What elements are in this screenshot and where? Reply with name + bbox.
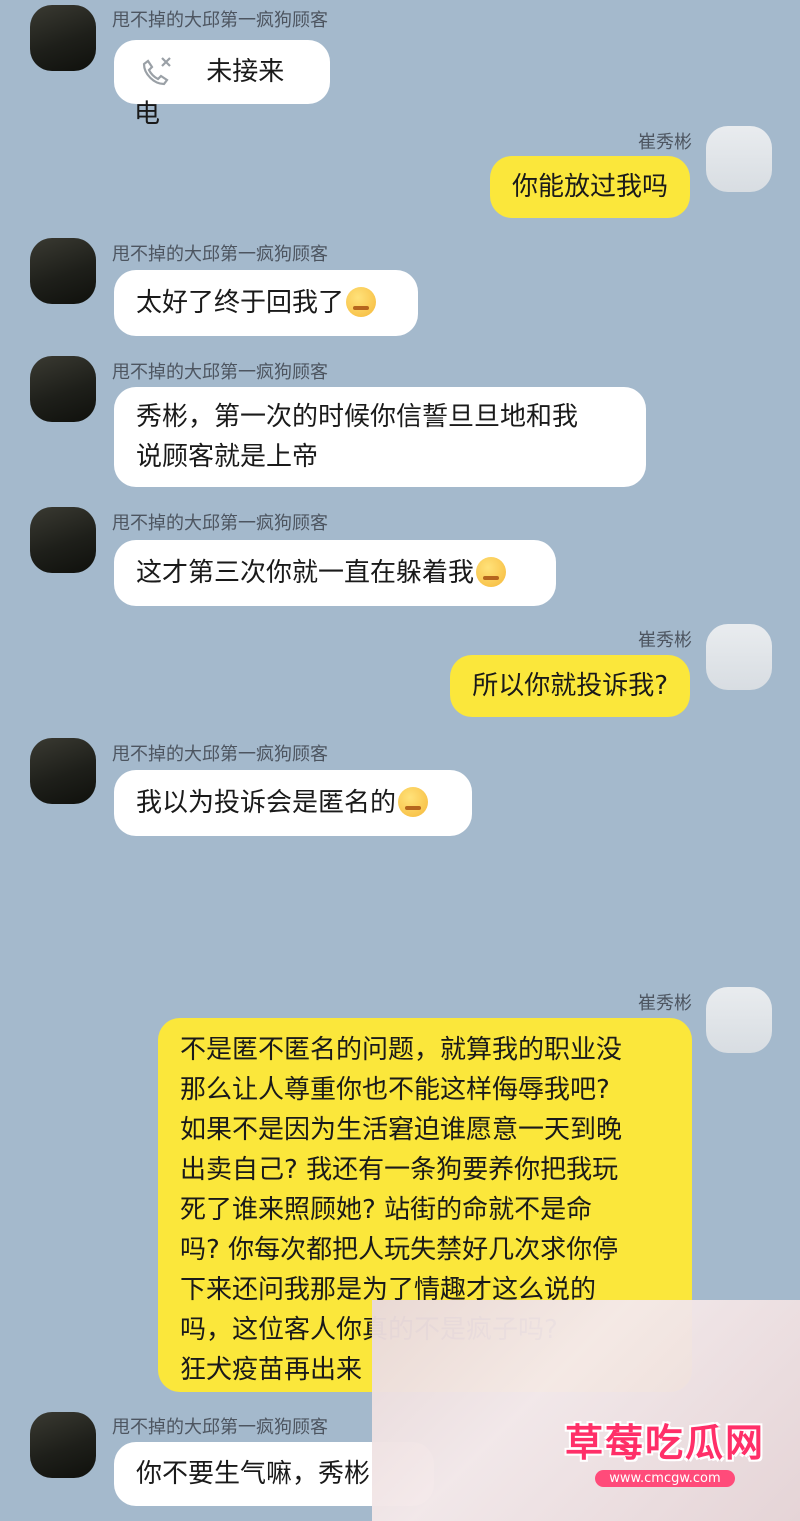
message-text: 你不要生气嘛，秀彬 (136, 1459, 371, 1489)
watermark-url: www.cmcgw.com (595, 1470, 735, 1487)
message-bubble[interactable]: 这才第三次你就一直在躲着我 (114, 540, 556, 606)
message-text: 太好了终于回我了 (136, 288, 345, 318)
avatar-self[interactable] (706, 126, 772, 192)
missed-call-bubble[interactable]: 未接来电 (114, 40, 330, 130)
watermark-title: 草莓吃瓜网 (564, 1421, 765, 1465)
message-bubble[interactable]: 我以为投诉会是匿名的 (114, 770, 472, 836)
message-line: 出卖自己? 我还有一条狗要养你把我玩 (180, 1155, 619, 1185)
message-line: 不是匿不匿名的问题，就算我的职业没 (180, 1035, 623, 1065)
avatar-other[interactable] (30, 507, 96, 573)
avatar-other[interactable] (30, 1412, 96, 1478)
sender-name: 崔秀彬 (638, 132, 692, 153)
message-bubble[interactable]: 你能放过我吗 (489, 156, 690, 218)
persevering-face-emoji (398, 787, 429, 817)
avatar-other[interactable] (30, 356, 96, 422)
sender-name: 甩不掉的大邱第一疯狗顾客 (112, 1417, 328, 1438)
message-line: 如果不是因为生活窘迫谁愿意一天到晚 (180, 1115, 623, 1145)
message-line: 说顾客就是上帝 (136, 442, 319, 472)
pleading-face-emoji (476, 557, 507, 587)
avatar-other[interactable] (30, 238, 96, 304)
message-bubble[interactable]: 太好了终于回我了 (114, 270, 418, 336)
missed-call-icon (134, 50, 178, 94)
avatar-other[interactable] (30, 5, 96, 71)
message-line: 秀彬，第一次的时候你信誓旦旦地和我 (136, 402, 579, 432)
watermark: 草莓吃瓜网 www.cmcgw.com (554, 1412, 776, 1490)
sender-name: 甩不掉的大邱第一疯狗顾客 (112, 10, 328, 31)
sender-name: 崔秀彬 (638, 993, 692, 1014)
message-text: 我以为投诉会是匿名的 (136, 788, 397, 818)
sender-name: 甩不掉的大邱第一疯狗顾客 (112, 744, 328, 765)
crying-face-emoji (346, 287, 377, 317)
message-line: 吗? 你每次都把人玩失禁好几次求你停 (180, 1235, 619, 1265)
message-text: 你能放过我吗 (511, 172, 668, 202)
sender-name: 甩不掉的大邱第一疯狗顾客 (112, 244, 328, 265)
message-bubble[interactable]: 所以你就投诉我? (450, 655, 690, 717)
message-text: 所以你就投诉我? (472, 671, 668, 701)
avatar-self[interactable] (706, 624, 772, 690)
avatar-self[interactable] (706, 987, 772, 1053)
message-bubble[interactable]: 秀彬，第一次的时候你信誓旦旦地和我 说顾客就是上帝 (114, 387, 646, 487)
message-text: 这才第三次你就一直在躲着我 (136, 558, 475, 588)
message-line: 那么让人尊重你也不能这样侮辱我吧? (180, 1075, 610, 1105)
avatar-other[interactable] (30, 738, 96, 804)
sender-name: 甩不掉的大邱第一疯狗顾客 (112, 513, 328, 534)
message-line: 死了谁来照顾她? 站街的命就不是命 (180, 1195, 593, 1225)
sender-name: 崔秀彬 (638, 630, 692, 651)
sender-name: 甩不掉的大邱第一疯狗顾客 (112, 362, 328, 383)
